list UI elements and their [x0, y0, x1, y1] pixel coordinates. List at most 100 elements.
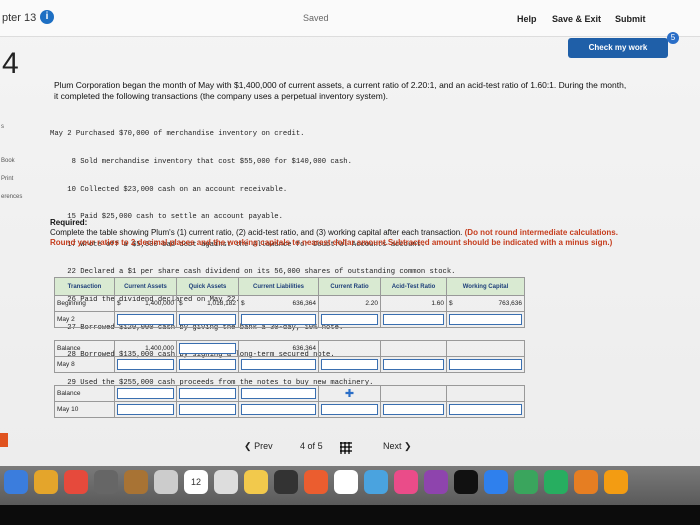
- transaction-line: 8 Sold merchandise inventory that cost $…: [50, 158, 352, 167]
- left-item-print[interactable]: Print: [1, 176, 13, 182]
- required-instructions: Required: Complete the table showing Plu…: [50, 218, 630, 248]
- dock-app-icon[interactable]: [4, 470, 28, 494]
- dock-app-icon[interactable]: [394, 470, 418, 494]
- balance2-current-liabilities-input[interactable]: [241, 388, 316, 399]
- transaction-line: 10 Collected $23,000 cash on an account …: [50, 185, 288, 194]
- may10-working-capital-input[interactable]: [449, 404, 522, 415]
- beginning-acid-test-ratio: 1.60: [380, 295, 447, 312]
- may10-quick-assets-input[interactable]: [179, 404, 236, 415]
- dock-app-icon[interactable]: [34, 470, 58, 494]
- dock-app-icon[interactable]: [364, 470, 388, 494]
- side-tab[interactable]: [0, 433, 8, 447]
- add-icon[interactable]: ✚: [318, 385, 381, 402]
- chapter-label: pter 13: [2, 12, 37, 24]
- may10-current-ratio-input[interactable]: [321, 404, 378, 415]
- bottom-bar: [0, 505, 700, 525]
- may8-quick-assets-input[interactable]: [179, 359, 236, 370]
- dock-icons: 12: [0, 470, 700, 500]
- balance-quick-assets-input[interactable]: [179, 343, 236, 354]
- may2-quick-assets-input[interactable]: [179, 314, 236, 325]
- may2-current-liabilities-input[interactable]: [241, 314, 316, 325]
- table-row-balance-2: Balance ✚: [54, 385, 525, 402]
- header-working-capital: Working Capital: [446, 277, 525, 296]
- dock-app-icon[interactable]: [334, 470, 358, 494]
- row-label-may2: May 2: [54, 311, 115, 328]
- balance2-quick-assets-input[interactable]: [179, 388, 236, 399]
- submit-button[interactable]: Submit: [615, 14, 646, 24]
- dock-app-icon[interactable]: [244, 470, 268, 494]
- dock-app-icon[interactable]: [214, 470, 238, 494]
- dock-app-icon[interactable]: [64, 470, 88, 494]
- header-transaction: Transaction: [54, 277, 115, 296]
- balance2-current-assets-input[interactable]: [117, 388, 174, 399]
- top-bar: pter 13 i Saved Help Save & Exit Submit: [0, 0, 700, 37]
- dock-app-icon[interactable]: [484, 470, 508, 494]
- table-row-balance-1: Balance 1,400,000 636,364: [54, 340, 525, 357]
- may2-working-capital-input[interactable]: [449, 314, 522, 325]
- header-acid-test-ratio: Acid-Test Ratio: [380, 277, 447, 296]
- may8-current-liabilities-input[interactable]: [241, 359, 316, 370]
- chevron-right-icon: ❯: [404, 441, 412, 451]
- dock-app-icon[interactable]: [574, 470, 598, 494]
- table-row-beginning: Beginning $1,400,000 $1,018,182 $636,364…: [54, 295, 525, 312]
- header-quick-assets: Quick Assets: [176, 277, 239, 296]
- may8-current-assets-input[interactable]: [117, 359, 174, 370]
- may2-acid-test-ratio-input[interactable]: [383, 314, 444, 325]
- saved-status: Saved: [303, 13, 329, 23]
- may10-current-assets-input[interactable]: [117, 404, 174, 415]
- may8-current-ratio-input[interactable]: [321, 359, 378, 370]
- required-heading: Required:: [50, 218, 88, 227]
- left-item-ebook[interactable]: Book: [1, 158, 15, 164]
- page-indicator: 4 of 5: [300, 441, 323, 451]
- table-row-may10: May 10: [54, 401, 525, 418]
- dock-app-icon[interactable]: [424, 470, 448, 494]
- calendar-icon[interactable]: 12: [184, 470, 208, 494]
- table-row-may2: May 2: [54, 311, 525, 328]
- row-label-may10: May 10: [54, 401, 115, 418]
- balance-current-liabilities: 636,364: [238, 340, 319, 357]
- may2-current-ratio-input[interactable]: [321, 314, 378, 325]
- left-item-references[interactable]: erences: [1, 194, 22, 200]
- dock-app-icon[interactable]: [94, 470, 118, 494]
- dock-app-icon[interactable]: [514, 470, 538, 494]
- left-item-s[interactable]: s: [1, 124, 4, 130]
- beginning-current-assets: $1,400,000: [114, 295, 177, 312]
- prev-button[interactable]: ❮ Prev: [244, 441, 273, 452]
- attempts-badge: 5: [667, 32, 679, 44]
- may10-acid-test-ratio-input[interactable]: [383, 404, 444, 415]
- required-text: Complete the table showing Plum's (1) cu…: [50, 228, 463, 237]
- header-current-ratio: Current Ratio: [318, 277, 381, 296]
- may10-current-liabilities-input[interactable]: [241, 404, 316, 415]
- row-label-balance: Balance: [54, 385, 115, 402]
- dock-app-icon[interactable]: [604, 470, 628, 494]
- row-label-balance: Balance: [54, 340, 115, 357]
- problem-intro: Plum Corporation began the month of May …: [54, 80, 627, 101]
- table-row-may8: May 8: [54, 356, 525, 373]
- dock-app-icon[interactable]: [154, 470, 178, 494]
- dock-app-icon[interactable]: [274, 470, 298, 494]
- save-exit-button[interactable]: Save & Exit: [552, 14, 601, 24]
- dock-app-icon[interactable]: [454, 470, 478, 494]
- may8-acid-test-ratio-input[interactable]: [383, 359, 444, 370]
- beginning-current-liabilities: $636,364: [238, 295, 319, 312]
- dock-app-icon[interactable]: [304, 470, 328, 494]
- dock-app-icon[interactable]: [544, 470, 568, 494]
- beginning-quick-assets: $1,018,182: [176, 295, 239, 312]
- table-header-row: Transaction Current Assets Quick Assets …: [54, 277, 525, 296]
- check-my-work-button[interactable]: Check my work: [568, 38, 668, 58]
- table-gap: [55, 328, 525, 341]
- balance-current-assets: 1,400,000: [114, 340, 177, 357]
- transaction-line: May 2 Purchased $70,000 of merchandise i…: [50, 130, 305, 139]
- may2-current-assets-input[interactable]: [117, 314, 174, 325]
- info-icon[interactable]: i: [40, 10, 54, 24]
- next-button[interactable]: Next ❯: [383, 441, 412, 452]
- question-number: 4: [2, 47, 19, 80]
- row-label-may8: May 8: [54, 356, 115, 373]
- dock-app-icon[interactable]: [124, 470, 148, 494]
- chevron-left-icon: ❮: [244, 441, 252, 451]
- may8-working-capital-input[interactable]: [449, 359, 522, 370]
- table-gap: [55, 373, 525, 386]
- grid-icon[interactable]: [340, 442, 352, 454]
- help-button[interactable]: Help: [517, 14, 537, 24]
- row-label-beginning: Beginning: [54, 295, 115, 312]
